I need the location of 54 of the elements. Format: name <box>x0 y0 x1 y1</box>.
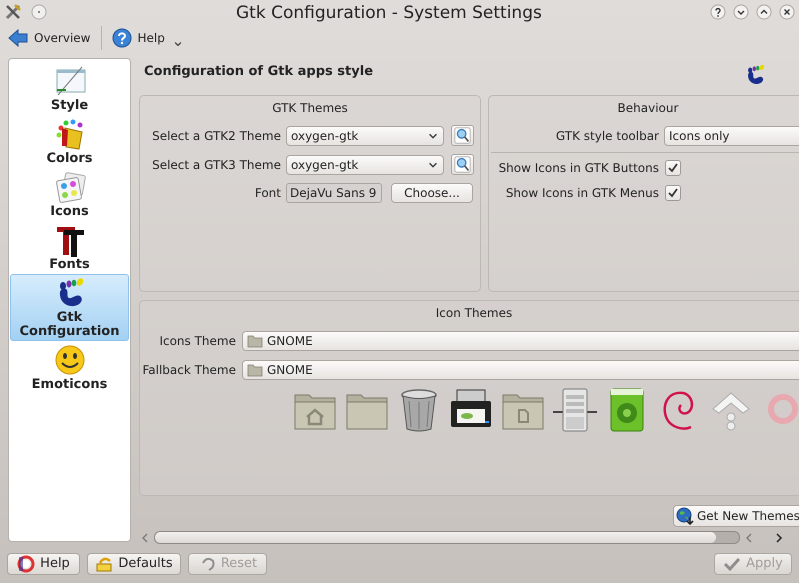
toolbar-button[interactable]: Help <box>110 25 167 51</box>
lifebuoy-icon <box>17 555 36 573</box>
dialog-button[interactable]: Help <box>7 553 80 575</box>
help-button-icon[interactable] <box>710 4 726 20</box>
folder-icon <box>247 332 263 348</box>
window-title: Gtk Configuration - System Settings <box>236 2 542 25</box>
dropdown[interactable]: oxygen-gtk <box>286 154 444 174</box>
field-label: Select a GTK3 Theme <box>151 156 281 174</box>
paint-bucket-icon <box>54 118 86 152</box>
icons-icon <box>54 171 86 205</box>
get-new-themes-button[interactable]: Get New Themes <box>673 505 799 527</box>
help-icon <box>112 28 132 48</box>
close-button-icon[interactable] <box>779 4 795 20</box>
group-title: Icon Themes <box>434 305 514 322</box>
sidebar-item[interactable]: Icons <box>10 168 129 221</box>
scroll-thumb[interactable] <box>155 532 716 543</box>
maximize-button-icon[interactable] <box>756 4 772 20</box>
field-label: Icons Theme <box>158 332 236 350</box>
scroll-right-icon[interactable] <box>775 532 783 542</box>
globe-download-icon <box>676 507 694 525</box>
checkbox-label: Show Icons in GTK Buttons <box>498 160 659 176</box>
font-field: DejaVu Sans 9 <box>286 183 382 203</box>
field-label: GTK style toolbar <box>554 128 659 144</box>
folder-icon <box>247 362 263 378</box>
dropdown[interactable]: GNOME <box>242 360 799 380</box>
scrollbar[interactable] <box>154 531 740 544</box>
scroll-left-icon[interactable] <box>141 532 149 542</box>
group-title: GTK Themes <box>271 100 349 117</box>
dropdown[interactable]: Icons only <box>664 126 799 146</box>
checkbox[interactable] <box>665 160 681 176</box>
minimize-button-icon[interactable] <box>733 4 749 20</box>
field-label: Font <box>254 185 281 202</box>
sidebar-item[interactable]: Gtk Configuration <box>10 274 129 341</box>
sidebar-item[interactable]: Style <box>10 62 129 115</box>
toolbar-button[interactable]: Overview <box>6 25 92 51</box>
checkbox-label: Show Icons in GTK Menus <box>504 184 659 202</box>
sidebar-item[interactable]: Emoticons <box>10 341 129 394</box>
sidebar-item[interactable]: Colors <box>10 115 129 168</box>
field-label: Fallback Theme <box>141 362 236 378</box>
checkmark-icon <box>723 555 742 573</box>
checkbox[interactable] <box>665 184 681 200</box>
tools-icon[interactable] <box>4 2 22 20</box>
group-title: Behaviour <box>616 100 680 117</box>
dropdown[interactable]: GNOME <box>242 330 799 350</box>
search-button[interactable] <box>451 125 474 146</box>
field-label: Select a GTK2 Theme <box>151 128 281 144</box>
dropdown[interactable]: oxygen-gtk <box>286 126 444 146</box>
section-heading: Configuration of Gtk apps style <box>144 63 374 81</box>
sidebar-item[interactable]: Fonts <box>10 221 129 274</box>
dialog-button[interactable]: Defaults <box>87 553 181 575</box>
back-arrow-icon <box>8 28 28 48</box>
choose-button[interactable]: Choose... <box>391 183 473 203</box>
scroll-left-icon[interactable] <box>745 532 753 542</box>
search-button[interactable] <box>451 154 474 175</box>
